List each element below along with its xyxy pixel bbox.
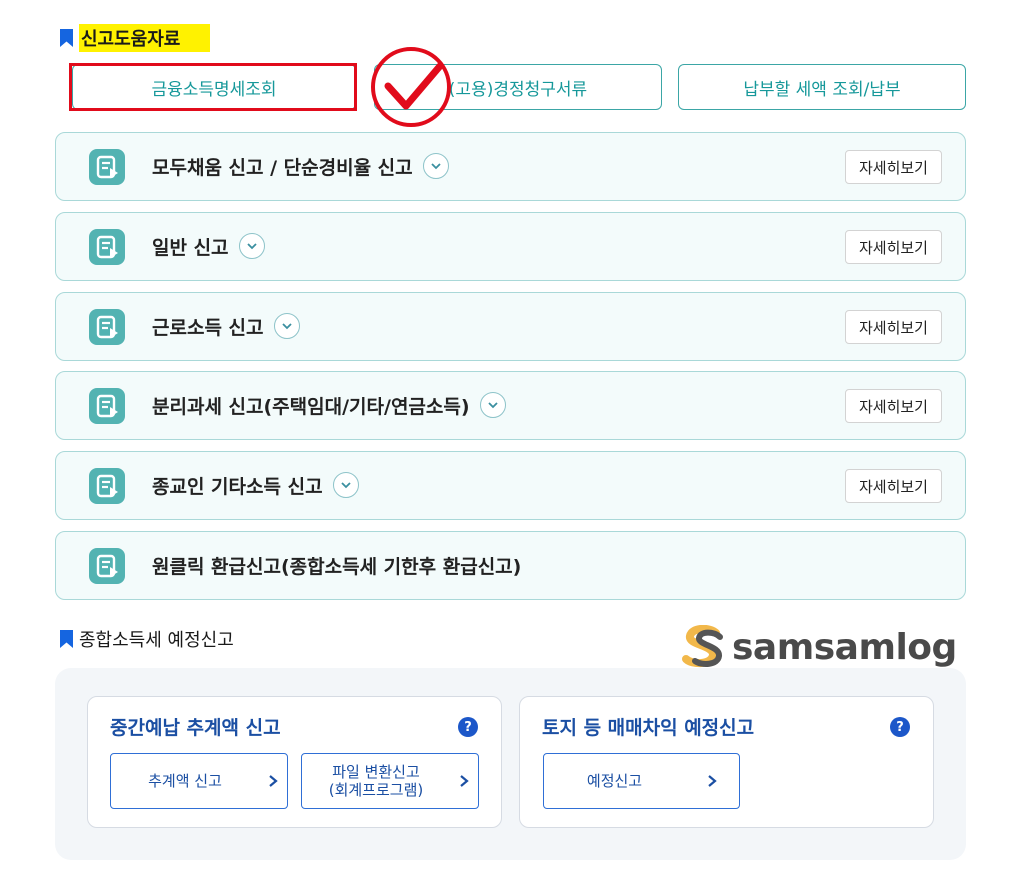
chevron-down-icon[interactable] <box>332 472 359 498</box>
section-title-label: 신고도움자료 <box>79 24 211 52</box>
correction-claim-documents-button[interactable]: (고용)경정청구서류 <box>374 64 662 110</box>
watermark: samsamlog <box>680 624 957 670</box>
document-icon <box>89 149 125 185</box>
chevron-right-icon <box>685 774 739 788</box>
chevron-right-icon <box>450 774 478 788</box>
document-icon <box>89 388 125 424</box>
chevron-down-icon[interactable] <box>273 313 300 339</box>
accordion-item-separate-taxation-filing[interactable]: 분리과세 신고(주택임대/기타/연금소득) 자세히보기 <box>55 371 966 440</box>
section-title-help-data: 신고도움자료 <box>60 24 211 52</box>
accordion-label: 근로소득 신고 <box>152 316 264 339</box>
button-label: 추계액 신고 <box>148 772 222 790</box>
help-icon[interactable]: ? <box>890 717 910 737</box>
accordion-label: 원클릭 환급신고(종합소득세 기한후 환급신고) <box>152 555 522 578</box>
detail-button[interactable]: 자세히보기 <box>845 469 942 503</box>
tax-payment-inquiry-button[interactable]: 납부할 세액 조회/납부 <box>678 64 966 110</box>
button-label-line2: (회계프로그램) <box>328 781 424 799</box>
section-title-label: 종합소득세 예정신고 <box>79 630 234 651</box>
detail-button[interactable]: 자세히보기 <box>845 310 942 344</box>
accordion-item-general-filing[interactable]: 일반 신고 자세히보기 <box>55 212 966 281</box>
button-label: 예정신고 <box>586 772 643 790</box>
button-label: 납부할 세액 조회/납부 <box>743 79 901 100</box>
document-icon <box>89 468 125 504</box>
button-label-wrap: 파일 변환신고 (회계프로그램) <box>302 763 450 799</box>
accordion-label: 모두채움 신고 / 단순경비율 신고 <box>152 156 413 179</box>
accordion-label: 일반 신고 <box>152 236 229 259</box>
chevron-right-icon <box>259 774 287 788</box>
card-interim-prepayment: 중간예납 추계액 신고 ? 추계액 신고 파일 변환신고 (회계프로그램) <box>87 696 502 828</box>
bookmark-icon <box>60 29 73 47</box>
detail-button[interactable]: 자세히보기 <box>845 389 942 423</box>
bookmark-icon <box>60 630 73 648</box>
accordion-item-religious-income-filing[interactable]: 종교인 기타소득 신고 자세히보기 <box>55 451 966 520</box>
accordion-label: 종교인 기타소득 신고 <box>152 475 323 498</box>
button-label-line1: 파일 변환신고 <box>332 763 420 781</box>
help-icon[interactable]: ? <box>458 717 478 737</box>
accordion-label: 분리과세 신고(주택임대/기타/연금소득) <box>152 395 470 418</box>
financial-income-statement-button[interactable]: 금융소득명세조회 <box>72 64 356 110</box>
document-icon <box>89 229 125 265</box>
provisional-filing-button[interactable]: 예정신고 <box>543 753 740 809</box>
section-title-provisional-filing: 종합소득세 예정신고 <box>60 626 234 652</box>
button-label: 금융소득명세조회 <box>151 79 277 100</box>
document-icon <box>89 309 125 345</box>
detail-button[interactable]: 자세히보기 <box>845 150 942 184</box>
accordion-item-one-click-refund[interactable]: 원클릭 환급신고(종합소득세 기한후 환급신고) <box>55 531 966 600</box>
accordion-item-earned-income-filing[interactable]: 근로소득 신고 자세히보기 <box>55 292 966 361</box>
detail-button[interactable]: 자세히보기 <box>845 230 942 264</box>
document-icon <box>89 548 125 584</box>
button-label: (고용)경정청구서류 <box>448 79 588 100</box>
card-title: 중간예납 추계액 신고 <box>110 717 281 739</box>
watermark-text: samsamlog <box>732 626 957 668</box>
accordion-item-simple-filing[interactable]: 모두채움 신고 / 단순경비율 신고 자세히보기 <box>55 132 966 201</box>
file-conversion-filing-button[interactable]: 파일 변환신고 (회계프로그램) <box>301 753 479 809</box>
chevron-down-icon[interactable] <box>479 392 506 418</box>
chevron-down-icon[interactable] <box>238 233 265 259</box>
card-title: 토지 등 매매차익 예정신고 <box>542 717 755 739</box>
card-land-transaction-provisional: 토지 등 매매차익 예정신고 ? 예정신고 <box>519 696 934 828</box>
chevron-down-icon[interactable] <box>422 153 449 179</box>
estimated-amount-filing-button[interactable]: 추계액 신고 <box>110 753 288 809</box>
samsamlog-logo-icon <box>682 625 723 668</box>
